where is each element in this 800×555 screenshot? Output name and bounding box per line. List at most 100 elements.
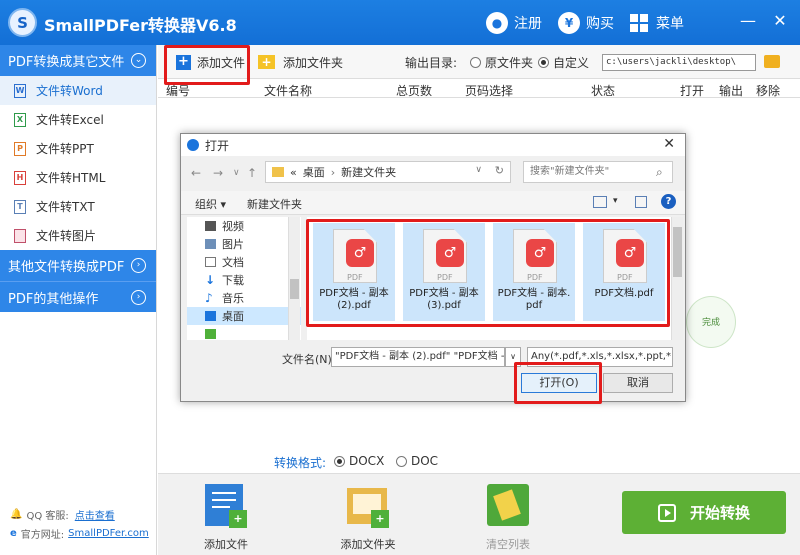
tree-item-documents[interactable]: 文档 (187, 253, 301, 271)
view-icon[interactable] (593, 196, 607, 208)
document-icon (205, 257, 216, 267)
app-title: SmallPDFer转换器V6.8 (44, 16, 237, 35)
tree-scrollbar[interactable] (288, 217, 300, 340)
word-file-icon: W (14, 83, 26, 98)
html-file-icon: H (14, 170, 26, 185)
sidebar-item-to-word[interactable]: W 文件转Word (0, 76, 156, 105)
menu-button[interactable]: 菜单 (630, 11, 684, 35)
close-button[interactable]: ✕ (769, 8, 791, 34)
radio-custom-folder[interactable]: 自定义 (538, 52, 589, 72)
dialog-toolbar: 组织 ▾ 新建文件夹 ▾ ? (181, 191, 685, 215)
ie-icon: e (10, 528, 17, 539)
format-docx-option[interactable]: DOCX (334, 454, 384, 468)
tree-item-more[interactable] (187, 325, 301, 340)
radio-selected-icon (334, 455, 345, 467)
broom-icon (485, 482, 531, 528)
format-doc-option[interactable]: DOC (396, 454, 438, 468)
col-number: 编号 (166, 84, 191, 98)
bottom-add-folder-button[interactable]: + 添加文件夹 (328, 482, 408, 552)
preview-pane-icon[interactable] (635, 196, 647, 208)
folder-icon (272, 167, 284, 177)
title-bar: S SmallPDFer转换器V6.8 ● 注册 ¥ 购买 菜单 — ✕ (0, 0, 800, 45)
browse-folder-icon[interactable] (764, 55, 780, 68)
app-folder-icon (205, 329, 216, 339)
qq-support-link[interactable]: 点击查看 (75, 507, 115, 522)
add-folder-button[interactable]: + 添加文件夹 (258, 52, 343, 72)
chevron-right-icon: › (131, 258, 146, 273)
play-icon (657, 503, 676, 522)
minimize-button[interactable]: — (737, 8, 759, 34)
filename-input[interactable]: "PDF文档 - 副本 (2).pdf" "PDF文档 - 副 (331, 347, 505, 367)
txt-file-icon: T (14, 199, 26, 214)
highlight-add-file (164, 45, 250, 85)
col-open: 打开 (680, 84, 705, 98)
tree-item-desktop[interactable]: 桌面 (187, 307, 301, 325)
sidebar-section-other-to-pdf[interactable]: 其他文件转换成PDF › (0, 250, 156, 281)
dialog-search-input[interactable]: 搜索"新建文件夹" (523, 161, 673, 183)
bottom-clear-list-button[interactable]: 清空列表 (468, 482, 548, 552)
new-folder-button[interactable]: 新建文件夹 (247, 196, 302, 212)
output-path-input[interactable]: c:\users\jackli\desktop\ (602, 54, 756, 71)
search-icon: ⌕ (656, 165, 663, 179)
excel-file-icon: X (14, 112, 26, 127)
start-convert-button[interactable]: 开始转换 (622, 491, 786, 534)
back-arrow-icon[interactable]: ← (191, 166, 201, 180)
radio-icon (470, 56, 481, 68)
radio-selected-icon (538, 56, 549, 68)
grid-icon (630, 14, 648, 32)
add-file-icon: + (203, 482, 249, 528)
folder-tree: 视频 图片 文档 ↓ 下载 ♪ 音乐 桌面 (187, 217, 301, 340)
dialog-nav-bar: ← → ∨ ↑ « 桌面 › 新建文件夹 ∨ ↻ 搜索"新建文件夹" ⌕ (181, 160, 685, 186)
folder-plus-icon: + (258, 55, 275, 69)
official-site: e 官方网址: SmallPDFer.com (10, 528, 149, 541)
image-file-icon (14, 228, 26, 243)
file-scrollbar[interactable] (671, 217, 683, 340)
official-site-link[interactable]: SmallPDFer.com (68, 528, 149, 539)
desktop-icon (205, 311, 216, 321)
highlight-open-button (514, 362, 602, 404)
radio-icon (396, 455, 407, 467)
radio-original-folder[interactable]: 原文件夹 (470, 52, 533, 72)
sidebar-item-to-excel[interactable]: X 文件转Excel (0, 105, 156, 134)
chevron-down-icon[interactable]: ∨ (475, 165, 482, 175)
help-icon[interactable]: ? (661, 194, 676, 209)
buy-button[interactable]: ¥ 购买 (558, 11, 614, 35)
bell-icon: 🔔 (10, 509, 23, 520)
tree-item-downloads[interactable]: ↓ 下载 (187, 271, 301, 289)
cancel-button[interactable]: 取消 (603, 373, 673, 393)
chevron-down-icon: ⌄ (131, 53, 146, 68)
sidebar-item-to-ppt[interactable]: P 文件转PPT (0, 134, 156, 163)
highlight-selected-files (306, 219, 670, 327)
app-logo: S (8, 8, 37, 37)
register-button[interactable]: ● 注册 (486, 11, 542, 35)
dialog-close-button[interactable]: ✕ (663, 136, 675, 152)
sidebar-section-pdf-to-other[interactable]: PDF转换成其它文件 ⌄ (0, 45, 156, 76)
tree-item-pictures[interactable]: 图片 (187, 235, 301, 253)
toolbar: + 添加文件 + 添加文件夹 输出目录: 原文件夹 自定义 c:\users\j… (158, 45, 800, 79)
sidebar-section-pdf-other-ops[interactable]: PDF的其他操作 › (0, 281, 156, 312)
user-icon: ● (486, 12, 508, 34)
col-filename: 文件名称 (264, 84, 313, 98)
sidebar-item-to-txt[interactable]: T 文件转TXT (0, 192, 156, 221)
dialog-title-bar: 打开 ✕ (181, 134, 685, 156)
chevron-down-icon[interactable]: ∨ (233, 168, 240, 178)
music-icon: ♪ (205, 291, 213, 305)
add-folder-icon: + (345, 482, 391, 528)
address-bar[interactable]: « 桌面 › 新建文件夹 ∨ ↻ (265, 161, 511, 183)
format-label: 转换格式: (274, 456, 327, 470)
col-pages: 总页数 (396, 84, 433, 98)
refresh-icon[interactable]: ↻ (495, 164, 504, 177)
col-page-select: 页码选择 (465, 84, 514, 98)
chevron-down-icon[interactable]: ▾ (613, 196, 618, 206)
tree-item-videos[interactable]: 视频 (187, 217, 301, 235)
up-arrow-icon[interactable]: ↑ (247, 166, 257, 180)
sidebar-item-to-image[interactable]: 文件转图片 (0, 221, 156, 250)
bottom-add-file-button[interactable]: + 添加文件 (186, 482, 266, 552)
video-icon (205, 221, 216, 231)
forward-arrow-icon[interactable]: → (213, 166, 223, 180)
sidebar-item-to-html[interactable]: H 文件转HTML (0, 163, 156, 192)
tree-item-music[interactable]: ♪ 音乐 (187, 289, 301, 307)
organize-button[interactable]: 组织 ▾ (195, 196, 226, 212)
sidebar: PDF转换成其它文件 ⌄ W 文件转Word X 文件转Excel P 文件转P… (0, 45, 157, 555)
col-remove: 移除 (756, 84, 781, 98)
